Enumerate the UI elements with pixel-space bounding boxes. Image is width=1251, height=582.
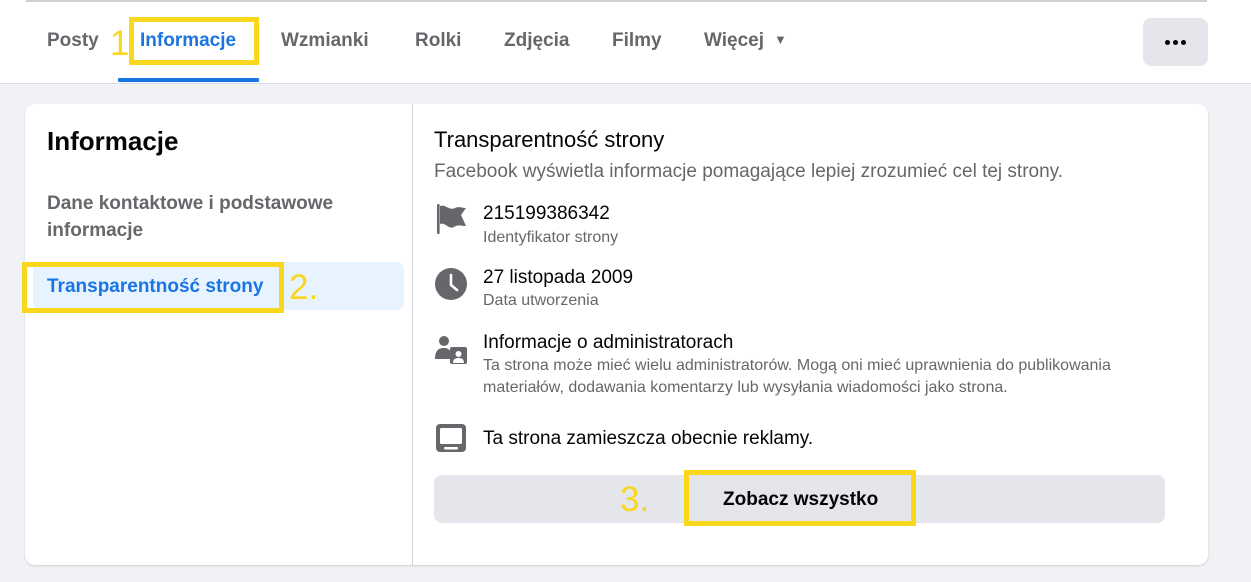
ads-status: Ta strona zamieszcza obecnie reklamy. [483,428,814,449]
admins-title: Informacje o administratorach [483,332,734,353]
caret-down-icon: ▼ [774,32,787,47]
tab-mentions[interactable]: Wzmianki [281,30,369,52]
flag-icon [437,204,466,234]
page-id-value: 215199386342 [483,203,610,224]
active-tab-indicator [118,78,259,82]
tab-photos[interactable]: Zdjęcia [504,30,569,52]
page-id-label: Identyfikator strony [483,229,619,246]
monitor-icon [436,424,466,452]
see-all-label: Zobacz wszystko [723,489,879,510]
more-options-button[interactable] [1143,18,1208,66]
tab-more[interactable]: Więcej ▼ [704,30,787,52]
tab-posts[interactable]: Posty [47,30,99,52]
annotation-number-1: 1 [110,24,130,63]
dot [1173,39,1178,45]
dot [1165,39,1170,45]
tab-videos[interactable]: Filmy [612,30,662,52]
admins-description: Ta strona może mieć wielu administratoró… [483,357,1111,396]
annotation-number-2: 2. [289,268,319,307]
dot [1181,39,1186,45]
card-divider [412,104,413,565]
section-subtitle: Facebook wyświetla informacje pomagające… [434,161,1064,182]
sidebar-item-contact-info[interactable]: Dane kontaktowe i podstawowe informacje [47,190,377,244]
tab-reels[interactable]: Rolki [415,30,461,52]
section-title: Transparentność strony [434,127,665,152]
annotation-number-3: 3. [620,480,650,519]
tab-about[interactable]: Informacje [140,30,236,52]
creation-date-label: Data utworzenia [483,292,599,309]
tab-more-label: Więcej [704,30,765,51]
creation-date-value: 27 listopada 2009 [483,267,634,288]
top-divider [26,0,1207,2]
sidebar-title: Informacje [47,126,179,156]
sidebar-item-label: Transparentność strony [47,276,264,297]
clock-icon [435,268,467,300]
admins-icon [435,336,467,364]
